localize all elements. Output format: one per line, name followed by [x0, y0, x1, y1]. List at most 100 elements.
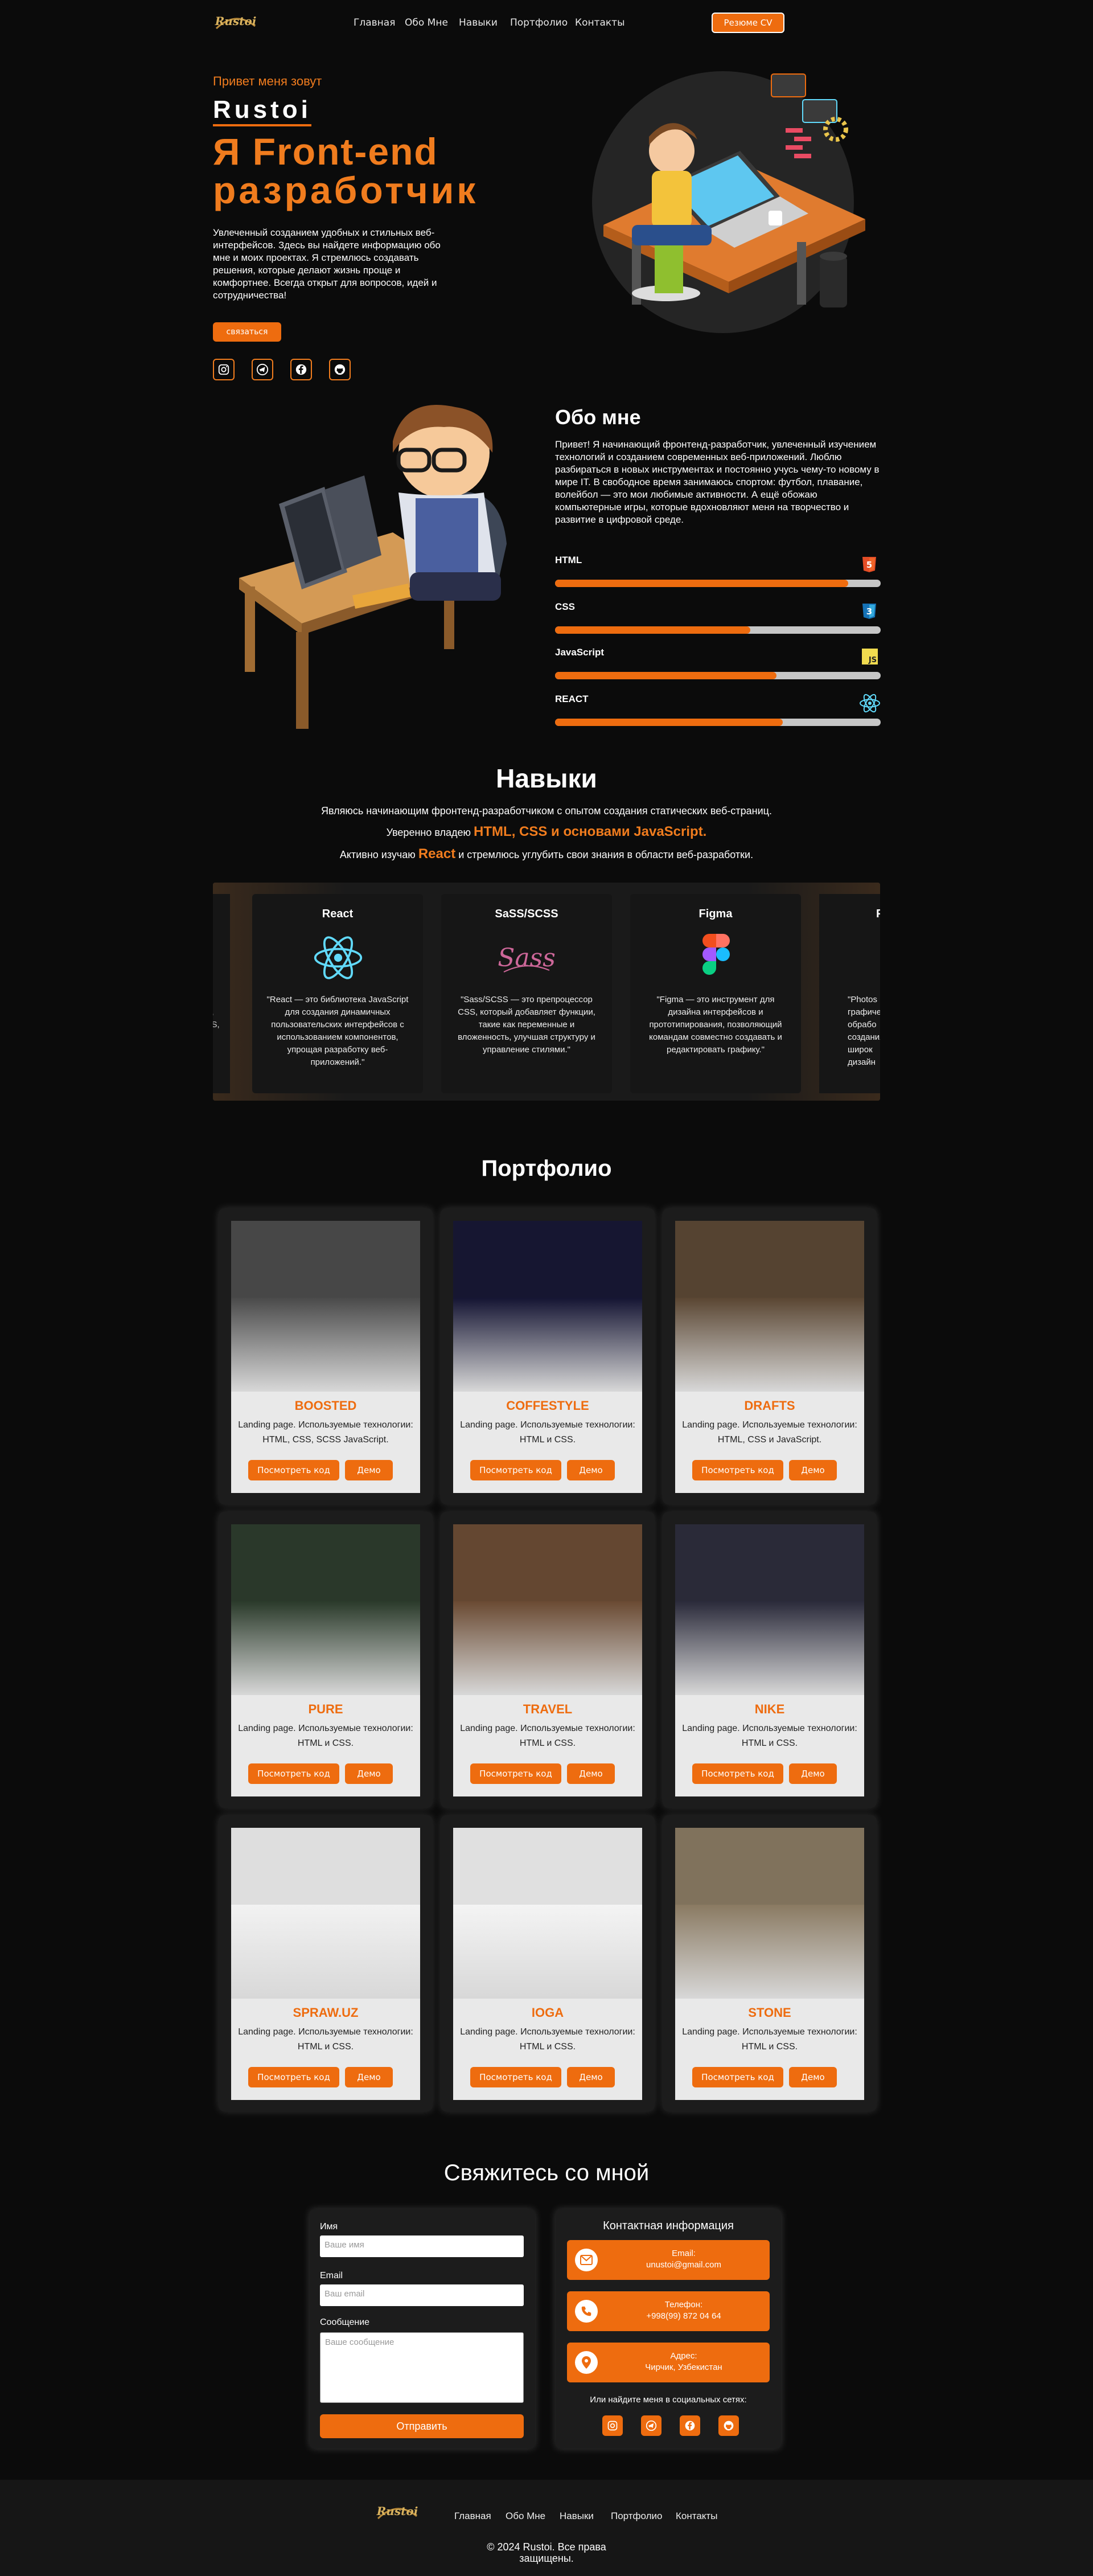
skill-card-title: React	[322, 908, 354, 920]
skill-card-partial-right: P "Photos графиче обрабо создания широк …	[819, 894, 880, 1093]
contact-form: Имя Ваше имя Email Ваш email Сообщение В…	[310, 2209, 535, 2448]
project-description: Landing page. Используемые технологии: H…	[682, 2027, 857, 2052]
project-title: COFFESTYLE	[506, 1398, 589, 1413]
view-code-button[interactable]: Посмотреть код	[692, 2067, 783, 2087]
name-input[interactable]: Ваше имя	[320, 2235, 524, 2257]
copyright-line2: защищены.	[519, 2553, 574, 2564]
skills-line3: Активно изучаю React и стремлюсь углубит…	[0, 846, 1093, 862]
nav-skills[interactable]: Навыки	[459, 17, 498, 28]
project-screenshot	[675, 1524, 864, 1695]
footer-copyright: © 2024 Rustoi. Все права защищены.	[0, 2541, 1093, 2564]
project-description: Landing page. Используемые технологии: H…	[460, 2027, 635, 2052]
resume-cv-button[interactable]: Резюме CV	[712, 13, 784, 33]
sass-icon: Sass	[498, 935, 556, 983]
view-code-button[interactable]: Посмотреть код	[470, 1763, 561, 1784]
demo-button[interactable]: Демо	[567, 1460, 615, 1480]
message-textarea[interactable]: Ваше сообщение	[320, 2332, 524, 2403]
project-description: Landing page. Используемые технологии: H…	[460, 1420, 635, 1445]
view-code-button[interactable]: Посмотреть код	[692, 1460, 783, 1480]
footer-nav-portfolio[interactable]: Портфолио	[611, 2511, 662, 2522]
project-card: SPRAW.UZ Landing page. Используемые техно…	[219, 1815, 433, 2111]
demo-button[interactable]: Демо	[345, 2067, 393, 2087]
contact-phone-card[interactable]: Телефон: +998(99) 872 04 64	[567, 2291, 770, 2331]
project-title: IOGA	[531, 2005, 564, 2020]
project-card: PURE Landing page. Используемые технологи…	[219, 1512, 433, 1808]
skill-card-sass: SaSS/SCSS Sass "Sass/SCSS — это препроце…	[441, 894, 612, 1093]
skill-card-partial-title: P	[876, 908, 880, 920]
footer-nav-skills[interactable]: Навыки	[560, 2511, 594, 2522]
contact-github-icon[interactable]	[718, 2415, 739, 2436]
contact-facebook-icon[interactable]	[680, 2415, 700, 2436]
skill-js-bar	[555, 672, 881, 679]
project-card: STONE Landing page. Используемые технолог…	[663, 1815, 877, 2111]
project-description: Landing page. Используемые технологии: H…	[238, 2027, 413, 2052]
project-screenshot	[453, 1221, 642, 1392]
view-code-button[interactable]: Посмотреть код	[470, 1460, 561, 1480]
hero-facebook-icon[interactable]	[290, 359, 312, 380]
project-screenshot	[231, 1221, 420, 1392]
skill-css: CSS 3	[555, 599, 885, 634]
project-card: TRAVEL Landing page. Используемые техноло…	[441, 1512, 655, 1808]
site-logo[interactable]: Rustoi	[213, 7, 258, 35]
submit-button[interactable]: Отправить	[320, 2414, 524, 2438]
demo-button[interactable]: Демо	[345, 1763, 393, 1784]
skill-js: JavaScript JS	[555, 645, 885, 679]
address-value: Чирчик, Узбекистан	[645, 2362, 722, 2372]
project-description: Landing page. Используемые технологии: H…	[682, 1420, 857, 1445]
hero-title-line2: разработчик	[213, 169, 479, 211]
address-title: Адрес:	[670, 2351, 697, 2361]
hero-contact-button[interactable]: связаться	[213, 322, 281, 342]
skills-heading: Навыки	[496, 764, 597, 793]
project-title: PURE	[308, 1702, 343, 1716]
svg-text:Sass: Sass	[498, 944, 555, 973]
project-description: Landing page. Используемые технологии: H…	[460, 1724, 635, 1748]
skills-line3-highlight: React	[418, 846, 456, 862]
view-code-button[interactable]: Посмотреть код	[248, 2067, 339, 2087]
view-code-button[interactable]: Посмотреть код	[248, 1460, 339, 1480]
phone-icon	[575, 2300, 598, 2323]
demo-button[interactable]: Демо	[345, 1460, 393, 1480]
demo-button[interactable]: Демо	[789, 1763, 837, 1784]
skill-card-text: "React — это библиотека JavaScript для с…	[266, 995, 409, 1067]
about-illustration	[228, 401, 524, 732]
hero-instagram-icon[interactable]	[213, 359, 235, 380]
hero-telegram-icon[interactable]	[252, 359, 273, 380]
project-title: SPRAW.UZ	[293, 2005, 359, 2020]
project-title: TRAVEL	[523, 1702, 573, 1716]
skill-html: HTML 5	[555, 552, 885, 587]
footer-nav-contacts[interactable]: Контакты	[676, 2511, 717, 2522]
project-screenshot	[675, 1221, 864, 1392]
contact-address-card[interactable]: Адрес: Чирчик, Узбекистан	[567, 2343, 770, 2382]
footer-nav-about[interactable]: Обо Мне	[506, 2511, 545, 2522]
figma-icon	[701, 933, 731, 985]
nav-about[interactable]: Обо Мне	[405, 17, 448, 28]
footer-logo[interactable]: Rustoi	[375, 2497, 420, 2525]
skill-card-title: Figma	[698, 908, 733, 920]
view-code-button[interactable]: Посмотреть код	[692, 1763, 783, 1784]
skill-css-bar	[555, 626, 881, 634]
hero-github-icon[interactable]	[329, 359, 351, 380]
footer-nav-home[interactable]: Главная	[454, 2511, 491, 2522]
nav-contacts[interactable]: Контакты	[575, 17, 625, 28]
demo-button[interactable]: Демо	[567, 1763, 615, 1784]
demo-button[interactable]: Демо	[567, 2067, 615, 2087]
skill-card-text: "Sass/SCSS — это препроцессор CSS, котор…	[458, 995, 595, 1055]
footer-logo-text: Rustoi	[376, 2504, 418, 2518]
demo-button[interactable]: Демо	[789, 2067, 837, 2087]
skill-card-figma: Figma "Figma — это инструмент для дизайн…	[630, 894, 801, 1093]
name-label: Имя	[320, 2222, 338, 2232]
hero-name: Rustoi	[213, 96, 311, 126]
demo-button[interactable]: Демо	[789, 1460, 837, 1480]
project-title: STONE	[748, 2005, 791, 2020]
phone-title: Телефон:	[664, 2300, 703, 2310]
email-input[interactable]: Ваш email	[320, 2284, 524, 2306]
contact-instagram-icon[interactable]	[602, 2415, 623, 2436]
project-description: Landing page. Используемые технологии: H…	[682, 1724, 857, 1748]
nav-home[interactable]: Главная	[354, 17, 395, 28]
view-code-button[interactable]: Посмотреть код	[248, 1763, 339, 1784]
nav-portfolio[interactable]: Портфолио	[510, 17, 568, 28]
contact-telegram-icon[interactable]	[641, 2415, 661, 2436]
contact-email-card[interactable]: Email: unustoi@gmail.com	[567, 2240, 770, 2280]
view-code-button[interactable]: Посмотреть код	[470, 2067, 561, 2087]
skills-line1: Являюсь начинающим фронтенд-разработчико…	[321, 805, 772, 817]
